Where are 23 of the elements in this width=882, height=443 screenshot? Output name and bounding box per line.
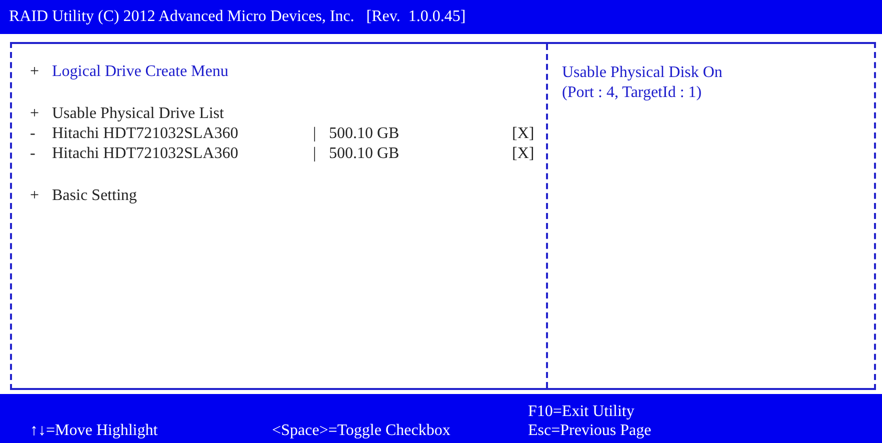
- key-hint: F10=Exit Utility: [528, 402, 636, 421]
- drive-checkbox[interactable]: [X]: [512, 145, 534, 163]
- item-marker: +: [30, 105, 40, 123]
- drive-size: 500.10 GB: [329, 125, 400, 143]
- item-marker: -: [30, 125, 36, 143]
- item-marker: +: [30, 63, 40, 81]
- help-text: (Port : 4, TargetId : 1): [562, 83, 703, 103]
- column-separator: |: [313, 145, 318, 163]
- menu-item[interactable]: Usable Physical Drive List: [52, 105, 224, 123]
- menu-item[interactable]: Logical Drive Create Menu: [52, 63, 228, 81]
- key-hint: ↑↓=Move Highlight: [30, 421, 159, 440]
- key-hint: Esc=Previous Page: [528, 421, 652, 440]
- drive-name[interactable]: Hitachi HDT721032SLA360: [52, 145, 313, 163]
- drive-checkbox[interactable]: [X]: [512, 125, 534, 143]
- drive-size: 500.10 GB: [329, 145, 400, 163]
- item-marker: +: [30, 187, 40, 205]
- column-separator: |: [313, 125, 318, 143]
- menu-item[interactable]: Basic Setting: [52, 187, 137, 205]
- key-hint: <Space>=Toggle Checkbox: [272, 421, 452, 440]
- item-marker: -: [30, 145, 36, 163]
- drive-name[interactable]: Hitachi HDT721032SLA360: [52, 125, 313, 143]
- window-title: RAID Utility (C) 2012 Advanced Micro Devices, Inc. [Rev. 1.0.0.45]: [9, 8, 466, 26]
- help-text: Usable Physical Disk On: [562, 63, 724, 83]
